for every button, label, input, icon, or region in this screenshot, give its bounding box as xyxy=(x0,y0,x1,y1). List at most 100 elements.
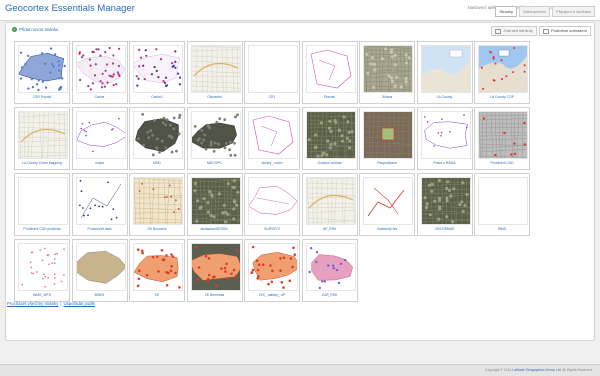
site-card[interactable]: ZLK_ nabidy_ UP xyxy=(244,239,300,302)
site-link[interactable]: Floroek xyxy=(303,95,357,99)
site-link[interactable]: ZUR_RSK xyxy=(303,293,357,297)
thumbnail-view-button[interactable]: Zobrazit náhledy xyxy=(491,26,537,36)
site-card[interactable]: Cache1 xyxy=(129,41,185,104)
site-link[interactable]: SURVEY2 xyxy=(245,227,299,231)
site-link[interactable]: LA County xyxy=(418,95,472,99)
site-card[interactable]: Ovzdusi a klima xyxy=(302,107,358,170)
site-thumbnail[interactable] xyxy=(133,111,183,159)
site-link[interactable]: ZK xyxy=(130,293,184,297)
site-card[interactable]: SS Bozovice xyxy=(129,173,185,236)
site-thumbnail[interactable] xyxy=(191,111,241,159)
site-card[interactable]: CSR Povodí xyxy=(14,41,70,104)
site-thumbnail[interactable] xyxy=(76,243,126,291)
site-link[interactable]: VSS.RSMAS xyxy=(418,227,472,231)
site-thumbnail[interactable] xyxy=(18,45,68,93)
site-thumbnail[interactable] xyxy=(248,177,298,225)
site-link[interactable]: Ovzdusi a klima xyxy=(303,161,357,165)
site-thumbnail[interactable] xyxy=(421,111,471,159)
site-link[interactable]: Prohlizeni CAD prodloha xyxy=(15,227,69,231)
site-thumbnail[interactable] xyxy=(133,177,183,225)
site-link[interactable]: ZK Brnenska xyxy=(188,293,242,297)
site-card[interactable]: LA County COP xyxy=(474,41,530,104)
site-card[interactable]: UP_RSK xyxy=(302,173,358,236)
site-link[interactable]: LA County Crime Mapping xyxy=(15,161,69,165)
site-link[interactable]: skolaobcetSOSDL xyxy=(188,227,242,231)
site-card[interactable]: WMS xyxy=(474,173,530,236)
site-thumbnail[interactable] xyxy=(18,177,68,225)
site-thumbnail[interactable] xyxy=(363,111,413,159)
site-link[interactable]: CR1 xyxy=(245,95,299,99)
site-card[interactable]: Floroek xyxy=(302,41,358,104)
site-card[interactable]: Jihlava xyxy=(359,41,415,104)
site-thumbnail[interactable] xyxy=(478,45,528,93)
site-thumbnail[interactable] xyxy=(478,111,528,159)
site-card[interactable]: skolaobcetSOSDL xyxy=(187,173,243,236)
site-card[interactable]: ZK xyxy=(129,239,185,302)
site-thumbnail[interactable] xyxy=(306,243,356,291)
site-link[interactable]: WMS1 xyxy=(73,293,127,297)
site-card[interactable]: Prohlizeni CAD prodloha xyxy=(14,173,70,236)
site-card[interactable]: MHD xyxy=(129,107,185,170)
site-card[interactable]: WMS1 xyxy=(72,239,128,302)
site-link[interactable]: WMS_WFS xyxy=(15,293,69,297)
site-card[interactable]: Prace s RSMA xyxy=(417,107,473,170)
site-card[interactable]: mapa xyxy=(72,107,128,170)
site-link[interactable]: LA County COP xyxy=(475,95,529,99)
site-link[interactable]: MHD xyxy=(130,161,184,165)
site-link[interactable]: ZLK_ nabidy_ UP xyxy=(245,293,299,297)
site-thumbnail[interactable] xyxy=(18,243,68,291)
site-thumbnail[interactable] xyxy=(76,45,126,93)
site-card[interactable]: Cityworks xyxy=(187,41,243,104)
site-thumbnail[interactable] xyxy=(306,45,356,93)
company-link[interactable]: Latitude Geographics Group Ltd xyxy=(512,368,560,372)
site-thumbnail[interactable] xyxy=(421,45,471,93)
site-card[interactable]: MECOPC xyxy=(187,107,243,170)
add-site-button[interactable]: + Přidat novou stránku xyxy=(12,27,58,32)
site-thumbnail[interactable] xyxy=(363,45,413,93)
site-card[interactable]: okrsky_ zoom xyxy=(244,107,300,170)
site-thumbnail[interactable] xyxy=(248,243,298,291)
site-link[interactable]: Pasportizace xyxy=(360,161,414,165)
site-link[interactable]: Cityworks xyxy=(188,95,242,99)
site-link[interactable]: okrsky_ zoom xyxy=(245,161,299,165)
site-card[interactable]: Prostorsoft data xyxy=(72,173,128,236)
site-card[interactable]: Pasportizace xyxy=(359,107,415,170)
site-thumbnail[interactable] xyxy=(306,177,356,225)
site-card[interactable]: VSS.RSMAS xyxy=(417,173,473,236)
site-link[interactable]: Cache1 xyxy=(130,95,184,99)
site-card[interactable]: CR1 xyxy=(244,41,300,104)
detail-view-button[interactable]: Podrobné zobrazení xyxy=(539,26,591,36)
site-thumbnail[interactable] xyxy=(248,45,298,93)
site-link[interactable]: Prace s RSMA xyxy=(418,161,472,165)
site-card[interactable]: LA County Crime Mapping xyxy=(14,107,70,170)
site-link[interactable]: MECOPC xyxy=(188,161,242,165)
site-link[interactable]: SS Bozovice xyxy=(130,227,184,231)
site-thumbnail[interactable] xyxy=(306,111,356,159)
site-link[interactable]: Vodovody tes xyxy=(360,227,414,231)
tab-pages[interactable]: Stránky xyxy=(495,6,517,17)
site-thumbnail[interactable] xyxy=(18,111,68,159)
site-thumbnail[interactable] xyxy=(133,243,183,291)
site-thumbnail[interactable] xyxy=(248,111,298,159)
tab-services[interactable]: Připojení k službám xyxy=(552,6,595,17)
site-thumbnail[interactable] xyxy=(191,243,241,291)
site-link[interactable]: Prohlizeni CAD xyxy=(475,161,529,165)
site-thumbnail[interactable] xyxy=(76,111,126,159)
site-link[interactable]: Jihlava xyxy=(360,95,414,99)
sort-by-link[interactable]: Uspořádat podle xyxy=(63,301,95,306)
site-card[interactable]: ZUR_RSK xyxy=(302,239,358,302)
tab-security[interactable]: Zabezpečení xyxy=(519,6,550,17)
site-link[interactable]: CSR Povodí xyxy=(15,95,69,99)
site-thumbnail[interactable] xyxy=(363,177,413,225)
site-link[interactable]: UP_RSK xyxy=(303,227,357,231)
site-card[interactable]: SURVEY2 xyxy=(244,173,300,236)
site-card[interactable]: WMS_WFS xyxy=(14,239,70,302)
site-link[interactable]: WMS xyxy=(475,227,529,231)
site-thumbnail[interactable] xyxy=(191,45,241,93)
browse-all-link[interactable]: Procházet všechny stránky xyxy=(7,301,58,306)
site-card[interactable]: ZK Brnenska xyxy=(187,239,243,302)
site-link[interactable]: Prostorsoft data xyxy=(73,227,127,231)
site-card[interactable]: Cache xyxy=(72,41,128,104)
site-thumbnail[interactable] xyxy=(478,177,528,225)
site-thumbnail[interactable] xyxy=(133,45,183,93)
